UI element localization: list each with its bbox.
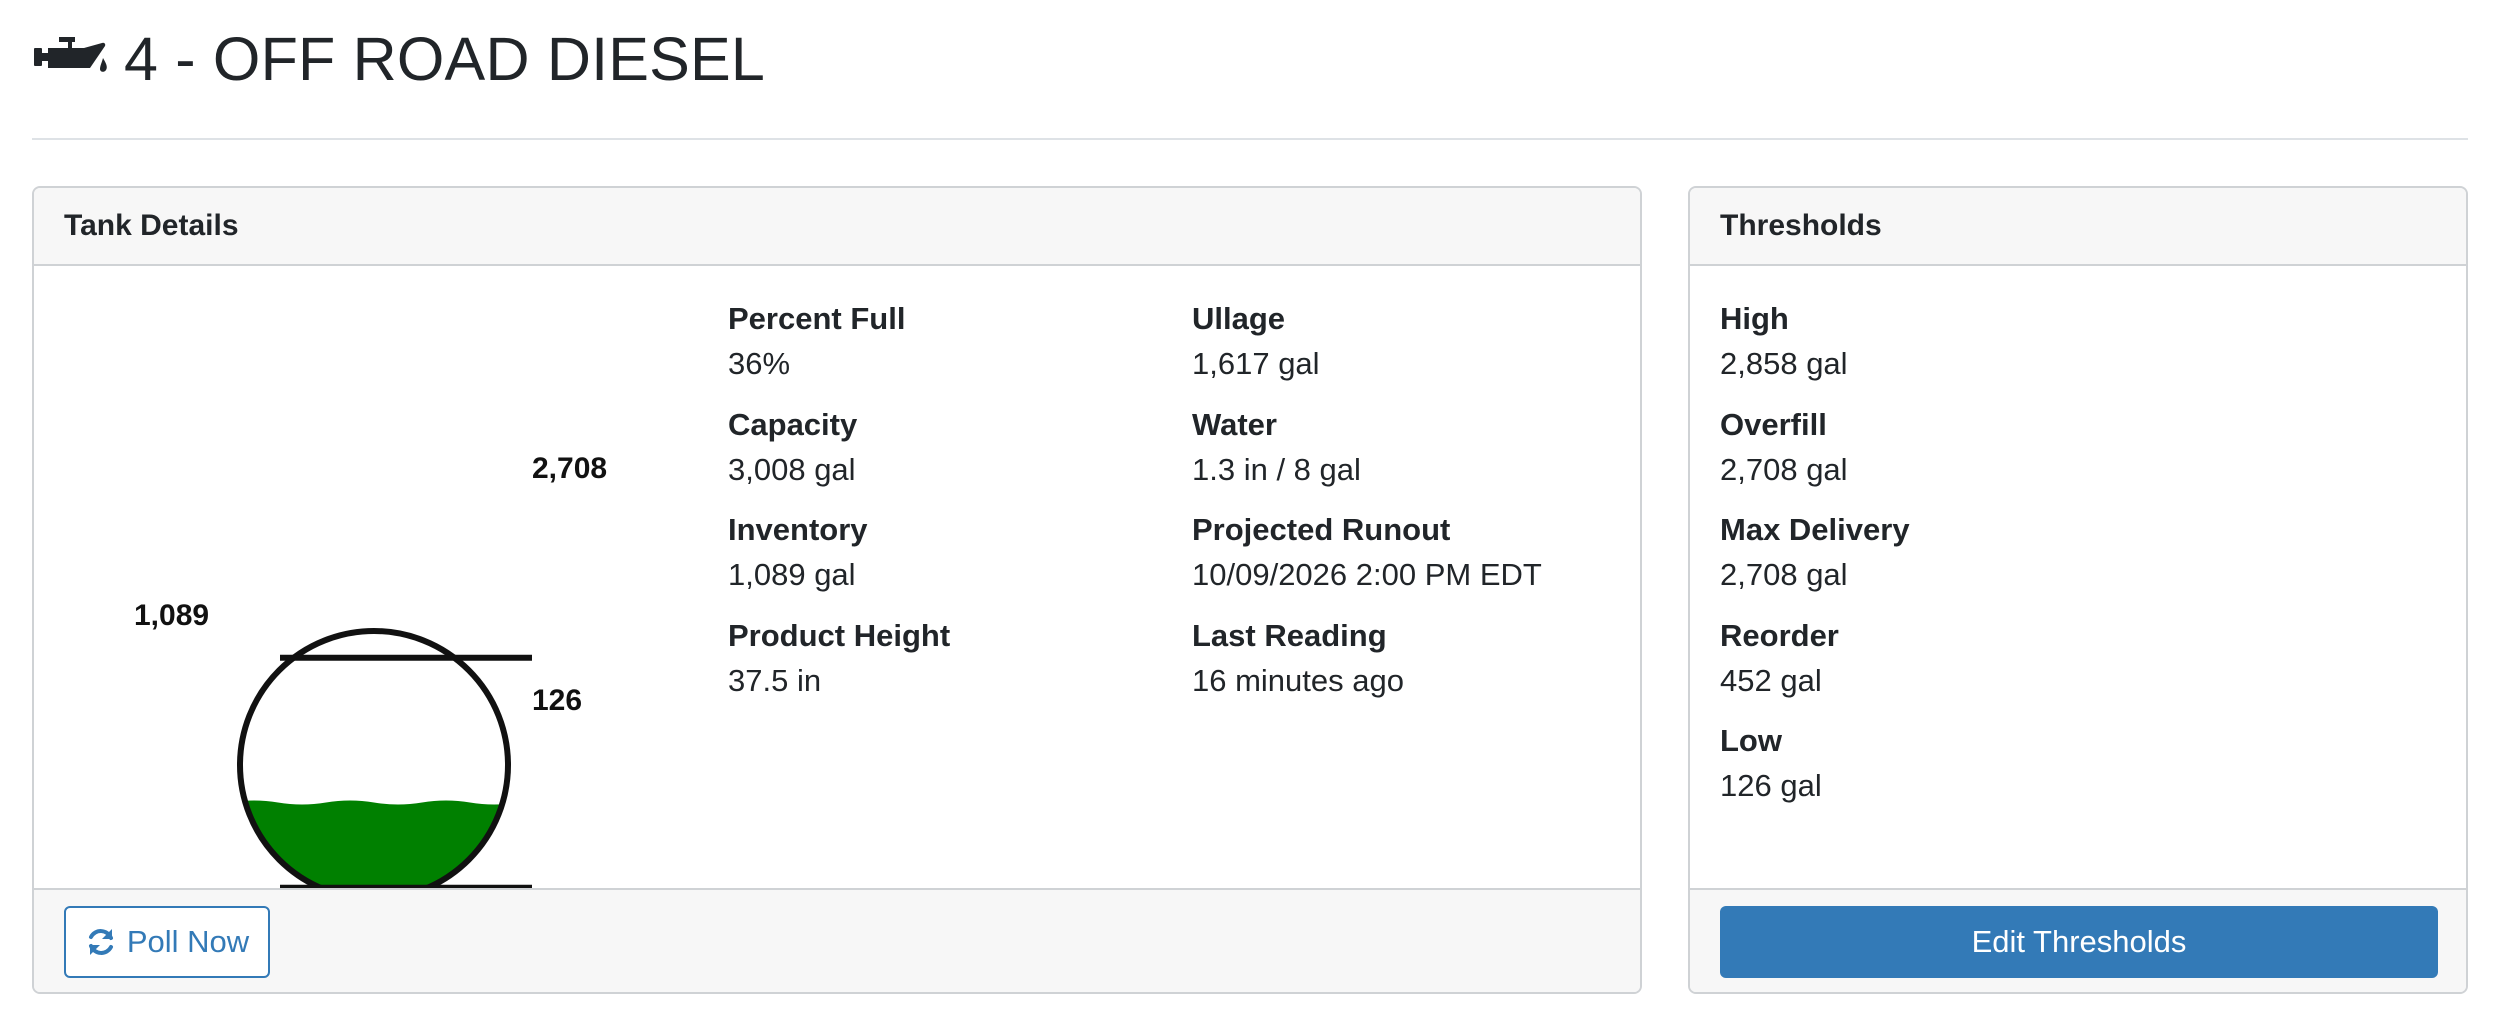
tank-overfill-label: 2,708	[532, 452, 608, 485]
field-projected-runout: Projected Runout 10/09/2026 2:00 PM EDT	[1192, 512, 1542, 593]
field-last-reading: Last Reading 16 minutes ago	[1192, 618, 1404, 699]
tank-page: 4 - OFF ROAD DIESEL Tank Details 2,708 1…	[0, 0, 2500, 1015]
threshold-reorder: Reorder 452 gal	[1720, 618, 1839, 699]
tank-details-card: Tank Details 2,708 1,089 126 Percent Ful…	[32, 186, 1642, 994]
thresholds-card: Thresholds High 2,858 gal Overfill 2,708…	[1688, 186, 2468, 994]
tank-details-header: Tank Details	[34, 188, 1640, 266]
thresholds-footer: Edit Thresholds	[1690, 888, 2466, 992]
field-ullage: Ullage 1,617 gal	[1192, 301, 1320, 382]
threshold-low: Low 126 gal	[1720, 723, 1822, 804]
poll-now-label: Poll Now	[126, 924, 250, 959]
field-water: Water 1.3 in / 8 gal	[1192, 407, 1361, 488]
field-product-height: Product Height 37.5 in	[728, 618, 951, 699]
edit-thresholds-button[interactable]: Edit Thresholds	[1720, 906, 2438, 978]
refresh-icon	[88, 929, 113, 955]
tank-details-footer: Poll Now	[34, 888, 1640, 992]
tank-inventory-label: 1,089	[134, 599, 210, 632]
threshold-high: High 2,858 gal	[1720, 301, 1848, 382]
tank-gauge	[237, 628, 532, 902]
thresholds-header: Thresholds	[1690, 188, 2466, 266]
oil-can-icon	[34, 37, 107, 72]
threshold-overfill: Overfill 2,708 gal	[1720, 407, 1848, 488]
title-divider	[32, 138, 2468, 140]
field-percent-full: Percent Full 36%	[728, 301, 906, 382]
page-title: 4 - OFF ROAD DIESEL	[32, 22, 765, 96]
field-capacity: Capacity 3,008 gal	[728, 407, 858, 488]
page-title-text: 4 - OFF ROAD DIESEL	[124, 24, 766, 93]
threshold-max-delivery: Max Delivery 2,708 gal	[1720, 512, 1910, 593]
poll-now-button[interactable]: Poll Now	[64, 906, 270, 978]
field-inventory: Inventory 1,089 gal	[728, 512, 868, 593]
tank-low-label: 126	[532, 684, 583, 717]
